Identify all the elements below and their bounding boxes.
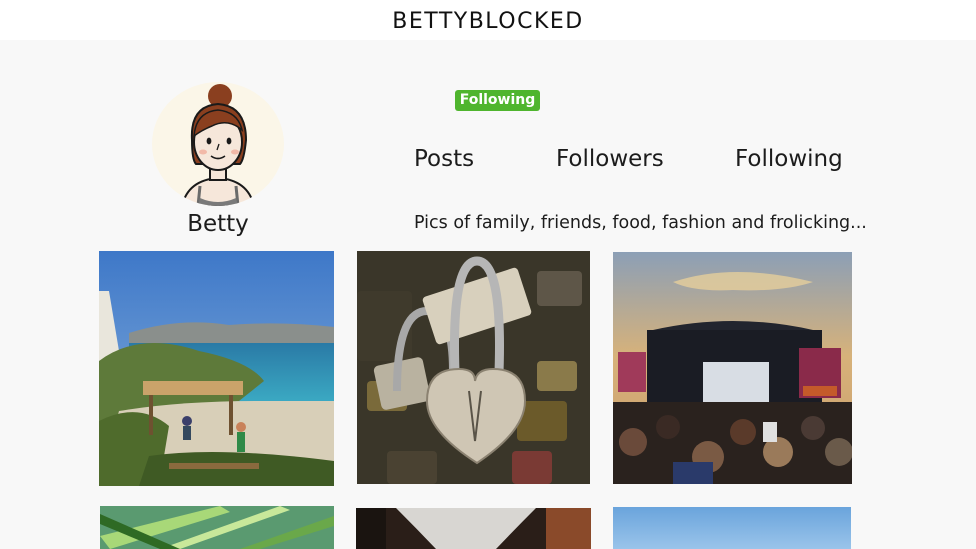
profile-name: Betty — [187, 211, 249, 237]
grid-photo-love-locks[interactable] — [357, 251, 590, 484]
app-title: BETTYBLOCKED — [392, 8, 584, 34]
app-header: BETTYBLOCKED — [0, 0, 976, 40]
concert-image — [613, 252, 852, 484]
profile-bio: Pics of family, friends, food, fashion a… — [414, 213, 867, 233]
sky-image — [613, 507, 851, 549]
beach-image — [99, 251, 334, 486]
grid-photo-concert[interactable] — [613, 252, 852, 484]
grid-photo-beach[interactable] — [99, 251, 334, 486]
avatar[interactable] — [152, 82, 284, 206]
grid-photo-cup[interactable] — [356, 508, 591, 549]
following-stat[interactable]: Following — [735, 146, 843, 172]
following-button[interactable]: Following — [455, 90, 540, 111]
posts-stat[interactable]: Posts — [414, 146, 474, 172]
palm-leaves-image — [100, 506, 334, 549]
followers-stat[interactable]: Followers — [556, 146, 664, 172]
cup-image — [356, 508, 591, 549]
grid-photo-palm-leaves[interactable] — [100, 506, 334, 549]
love-locks-image — [357, 251, 590, 484]
grid-photo-sky[interactable] — [613, 507, 851, 549]
cartoon-woman-illustration — [180, 84, 256, 206]
